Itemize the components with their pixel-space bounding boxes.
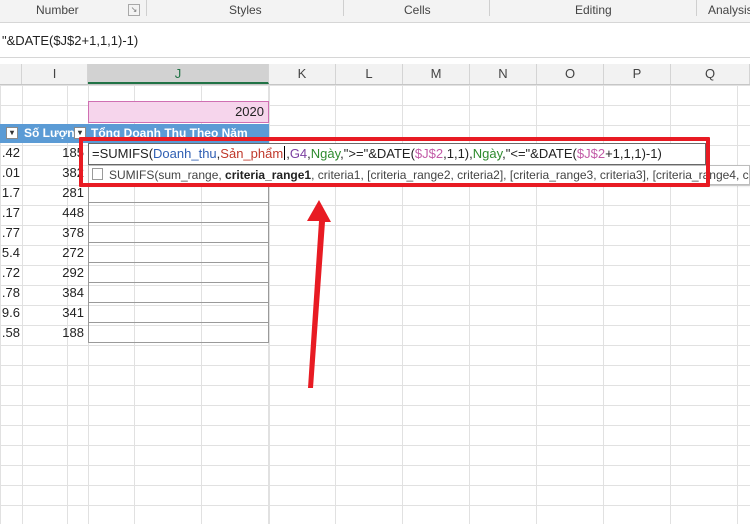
formula-bar[interactable]: "&DATE($J$2+1,1,1)-1) <box>0 23 750 58</box>
ribbon-separator <box>696 0 697 16</box>
column-header-n[interactable]: N <box>470 64 537 84</box>
cell-i[interactable]: 281 <box>22 183 84 203</box>
cell-i[interactable]: 292 <box>22 263 84 283</box>
formula-bar-text[interactable]: "&DATE($J$2+1,1,1)-1) <box>2 33 138 48</box>
ribbon-group-number[interactable]: Number <box>36 3 79 17</box>
year-cell-j2[interactable]: 2020 <box>88 101 269 123</box>
cell-h[interactable]: .17 <box>0 203 20 223</box>
cell-j[interactable] <box>88 243 269 263</box>
cell-j[interactable] <box>88 283 269 303</box>
ribbon-group-editing[interactable]: Editing <box>575 3 612 17</box>
ribbon-separator <box>343 0 344 16</box>
cell-h[interactable]: .01 <box>0 163 20 183</box>
column-header-o[interactable]: O <box>537 64 604 84</box>
column-header-l[interactable]: L <box>336 64 403 84</box>
cell-j[interactable] <box>88 303 269 323</box>
cell-h[interactable]: .72 <box>0 263 20 283</box>
cell-i[interactable]: 188 <box>22 323 84 343</box>
highlight-box <box>79 137 710 187</box>
ribbon-group-analysis[interactable]: Analysis <box>708 3 750 17</box>
cell-i[interactable]: 384 <box>22 283 84 303</box>
cell-h[interactable]: 1.7 <box>0 183 20 203</box>
red-arrow-annotation <box>307 200 331 388</box>
column-header-h[interactable] <box>0 64 22 84</box>
column-header-m[interactable]: M <box>403 64 470 84</box>
table-header-h[interactable]: ▾ <box>0 124 20 143</box>
column-header-q[interactable]: Q <box>671 64 750 84</box>
cell-j[interactable] <box>88 223 269 243</box>
cell-h[interactable]: .58 <box>0 323 20 343</box>
cell-h[interactable]: 5.4 <box>0 243 20 263</box>
cell-j[interactable] <box>88 203 269 223</box>
cell-i[interactable]: 382 <box>22 163 84 183</box>
ribbon-group-styles[interactable]: Styles <box>229 3 262 17</box>
ribbon-group-bar: Number ↘ Styles Cells Editing Analysis <box>0 0 750 23</box>
cell-h[interactable]: .77 <box>0 223 20 243</box>
column-header-j[interactable]: J <box>88 64 269 84</box>
cell-i[interactable]: 272 <box>22 243 84 263</box>
column-header-row: I J K L M N O P Q <box>0 64 750 85</box>
number-dialog-launcher-icon[interactable]: ↘ <box>128 4 140 16</box>
cell-j[interactable] <box>88 263 269 283</box>
ribbon-group-cells[interactable]: Cells <box>404 3 431 17</box>
cell-h[interactable]: 9.6 <box>0 303 20 323</box>
column-header-k[interactable]: K <box>269 64 336 84</box>
filter-dropdown-icon[interactable]: ▾ <box>6 127 18 139</box>
table-header-label: Số Lượn <box>24 126 75 140</box>
column-header-p[interactable]: P <box>604 64 671 84</box>
cell-h[interactable]: .78 <box>0 283 20 303</box>
cell-i[interactable]: 185 <box>22 143 84 163</box>
ribbon-separator <box>489 0 490 16</box>
ribbon-separator <box>146 0 147 16</box>
cell-j[interactable] <box>88 323 269 343</box>
cell-i[interactable]: 378 <box>22 223 84 243</box>
cell-i[interactable]: 341 <box>22 303 84 323</box>
cell-i[interactable]: 448 <box>22 203 84 223</box>
cell-h[interactable]: .42 <box>0 143 20 163</box>
column-header-i[interactable]: I <box>22 64 88 84</box>
